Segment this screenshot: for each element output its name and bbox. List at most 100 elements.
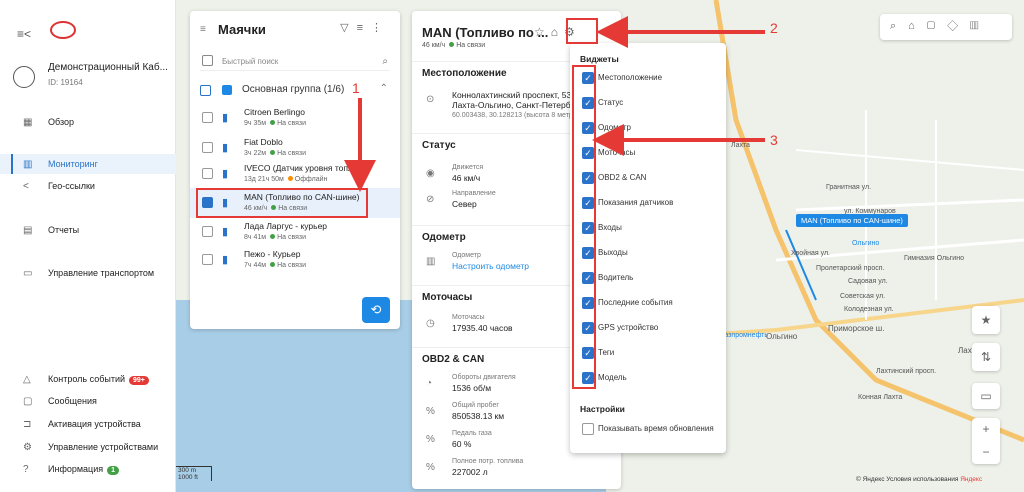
account-icon[interactable] [13,66,35,88]
vehicle-row[interactable]: ▮ Пежо - Курьер 7ч 44м На связи [190,245,400,275]
map-label: Колодезная ул. [844,306,894,313]
widget-option[interactable]: ✓ Модель [582,372,722,386]
map-label: Пролетарский просп. [816,265,885,272]
map-label: Хвойная ул. [791,250,830,257]
location-pin-icon: ⊙ [426,94,435,105]
ruler-icon[interactable]: ▭ [972,383,1000,409]
vehicle-row[interactable]: ▮ Лада Ларгус - курьер 8ч 41м На связи [190,217,400,247]
star-icon[interactable]: ★ [972,306,1000,334]
share-icon: < [23,180,29,192]
clock-icon: ◷ [426,318,435,329]
car-icon: ▭ [23,267,33,279]
search-field-icon [202,55,213,66]
map-tools-icons[interactable]: ⌕⌂▢◇▥ [890,20,991,33]
zoom-out-button[interactable]: − [982,445,989,459]
message-icon: ▢ [23,395,33,407]
show-update-time-option[interactable]: Показывать время обновления [582,423,722,437]
nav-geo-links[interactable]: < Гео-ссылки [0,176,176,196]
zoom-in-button[interactable]: + [982,422,989,436]
widget-option[interactable]: ✓ GPS устройство [582,322,722,336]
configure-odometer-link[interactable]: Настроить одометр [452,261,529,271]
widget-option[interactable]: ✓ Последние события [582,297,722,311]
vehicle-checkbox[interactable] [202,112,213,123]
annotation-label: 2 [770,20,778,36]
info-badge: 1 [107,465,120,475]
menu-toggle-icon[interactable]: ≡< [17,27,31,41]
widget-option[interactable]: ✓ Входы [582,222,722,236]
mileage-icon: % [426,406,435,417]
map-toolbar: ⌕⌂▢◇▥ [880,14,1012,40]
beacon-icon: ▮ [222,142,229,154]
events-badge: 99+ [129,375,149,385]
map-label: Ольгино [852,240,880,247]
compass-icon: ⊘ [426,194,435,205]
nav-overview[interactable]: ▦ Обзор [0,112,176,132]
highlight-box [196,188,368,218]
map-label: Приморское ш. [828,324,885,333]
vehicle-status: 46 км/ч На связи [422,42,486,49]
beacons-tools[interactable]: ▽≡⋮ [340,21,390,34]
collapse-icon[interactable]: ≡ [200,24,206,35]
map-copyright[interactable]: © Яндекс Условия использования Яндекс [856,476,982,483]
quick-search-input[interactable]: Быстрый поиск ⌕ [200,53,390,71]
map-label: Конная Лахта [858,394,903,401]
beacon-icon: ▮ [222,168,229,180]
account-name[interactable]: Демонстрационный Каб... [48,62,170,73]
vehicle-checkbox[interactable] [202,254,213,265]
pedal-icon: % [426,434,435,445]
group-row[interactable]: Основная группа (1/6) ⌃ [200,81,390,101]
widget-option[interactable]: ✓ OBD2 & CAN [582,172,722,186]
highlight-box [572,65,596,389]
highlight-box [566,18,598,44]
widget-option[interactable]: ✓ Выходы [582,247,722,261]
widget-option[interactable]: ✓ Моточасы [582,147,722,161]
vehicle-checkbox[interactable] [202,168,213,179]
map-scale: 300 m 1000 ft [176,466,212,481]
route-icon[interactable]: ⇅ [972,343,1000,371]
vehicle-row[interactable]: ▮ IVECO (Датчик уровня топл... 13д 21ч 50м… [190,159,400,189]
login-icon: ⊐ [23,418,32,430]
map-label: Гранитная ул. [826,184,872,191]
group-color [222,85,232,95]
nav-info[interactable]: ? Информация 1 [0,459,176,479]
map-icon: ▥ [23,158,33,170]
beacons-title: Маячки [218,22,266,37]
moving-icon: ◉ [426,168,435,179]
widget-option[interactable]: ✓ Показания датчиков [582,197,722,211]
gear-icon: ⚙ [23,441,32,453]
search-icon[interactable]: ⌕ [382,53,388,71]
bell-icon: △ [23,373,31,385]
nav-transport[interactable]: ▭ Управление транспортом [0,263,176,283]
map-label: Советская ул. [840,293,886,300]
vehicle-map-tag[interactable]: MAN (Топливо по CAN-шине) [796,214,908,227]
group-checkbox[interactable] [200,85,211,96]
map-label: Гимназия Ольгино [904,255,964,262]
beacons-panel: ≡ Маячки ▽≡⋮ Быстрый поиск ⌕ Основная гр… [190,11,400,329]
nav-reports[interactable]: ▤ Отчеты [0,220,176,240]
widget-option[interactable]: ✓ Водитель [582,272,722,286]
nav-events[interactable]: △ Контроль событий 99+ [0,369,176,389]
map-label: Лахта [731,142,750,149]
widget-option[interactable]: ✓ Местоположение [582,72,722,86]
map-label: Газпромнефть [721,332,769,339]
widget-option[interactable]: ✓ Теги [582,347,722,361]
vehicle-row[interactable]: ▮ Citroen Berlingo 9ч 35м На связи [190,103,400,133]
nav-devices[interactable]: ⚙ Управление устройствами [0,437,176,457]
question-icon: ? [23,463,29,475]
zoom-controls: + − [972,418,1000,464]
sidebar: ≡< Демонстрационный Каб... ID: 19164 ▦ Об… [0,0,176,492]
map-label: Лахтинский просп. [876,368,937,375]
nav-monitoring[interactable]: ▥ Мониторинг [0,154,176,174]
annotation-label: 1 [352,80,360,96]
beacon-icon: ▮ [222,112,229,124]
widget-option[interactable]: ✓ Статус [582,97,722,111]
vehicle-checkbox[interactable] [202,226,213,237]
annotation-label: 3 [770,132,778,148]
vehicle-title: MAN (Топливо по ... [422,25,549,40]
chevron-up-icon[interactable]: ⌃ [380,83,388,94]
nav-messages[interactable]: ▢ Сообщения [0,391,176,411]
nav-activation[interactable]: ⊐ Активация устройства [0,414,176,434]
widget-option[interactable]: ✓ Одометр [582,122,722,136]
history-button[interactable]: ⟲ [362,297,390,323]
vehicle-checkbox[interactable] [202,142,213,153]
